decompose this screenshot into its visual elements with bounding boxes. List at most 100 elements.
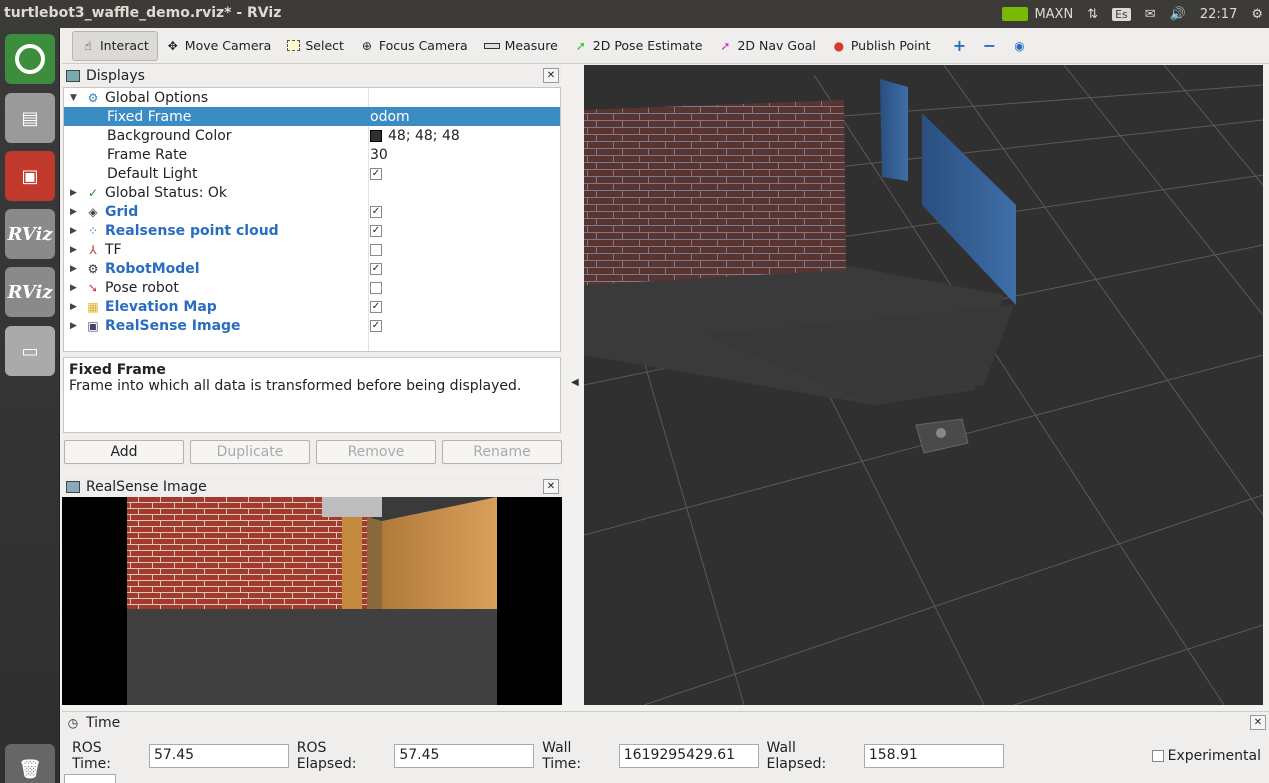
publish-point-tool-button[interactable]: ● Publish Point — [824, 31, 939, 61]
gear-icon: ⚙ — [87, 90, 99, 105]
display-buttons: Add Duplicate Remove Rename — [64, 440, 562, 464]
tree-row-display-item[interactable]: ▶ ◈ Grid ✓ — [64, 202, 560, 221]
measure-tool-button[interactable]: Measure — [476, 31, 566, 61]
tree-row-global-options[interactable]: ▼ ⚙ Global Options — [64, 88, 560, 107]
display-enabled-checkbox[interactable]: ✓ — [370, 224, 382, 237]
ros-elapsed-field[interactable]: 57.45 — [394, 744, 535, 768]
panel-splitter[interactable]: ◀ — [566, 65, 582, 705]
ros-time-label: ROS Time: — [72, 740, 111, 772]
color-swatch[interactable] — [370, 129, 382, 142]
displays-panel: Displays ✕ ▼ ⚙ Global Options Fixed Fram… — [62, 65, 562, 470]
add-button[interactable]: Add — [64, 440, 184, 464]
expand-down-icon[interactable]: ▼ — [70, 93, 77, 103]
eye-icon: ◉ — [1014, 38, 1025, 53]
nav-goal-tool-button[interactable]: ➚ 2D Nav Goal — [710, 31, 823, 61]
trash-icon[interactable]: 🗑 — [5, 744, 55, 783]
render-3d-view[interactable] — [584, 65, 1263, 705]
expand-right-icon[interactable]: ▶ — [70, 321, 77, 331]
keyboard-layout-indicator[interactable]: Es — [1112, 7, 1131, 21]
pose-estimate-tool-button[interactable]: ➚ 2D Pose Estimate — [566, 31, 711, 61]
system-top-bar: turtlebot3_waffle_demo.rviz* - RViz MAXN… — [0, 0, 1269, 28]
nav-goal-label: 2D Nav Goal — [737, 38, 816, 53]
tree-row-default-light[interactable]: Default Light ✓ — [64, 164, 560, 183]
gpu-mode-text: MAXN — [1034, 6, 1074, 22]
tree-row-display-item[interactable]: ▶ ▦ Elevation Map ✓ — [64, 297, 560, 316]
tree-row-frame-rate[interactable]: Frame Rate 30 — [64, 145, 560, 164]
display-enabled-checkbox[interactable]: ✓ — [370, 319, 382, 332]
default-light-checkbox[interactable]: ✓ — [370, 167, 382, 180]
displays-tree: ▼ ⚙ Global Options Fixed Frame odom Back… — [63, 87, 561, 352]
focus-camera-tool-button[interactable]: ⊕ Focus Camera — [352, 31, 476, 61]
collapse-left-icon[interactable]: ◀ — [571, 377, 579, 388]
tree-row-display-item[interactable]: ▶ ⅄ TF — [64, 240, 560, 259]
experimental-checkbox[interactable] — [1151, 750, 1164, 762]
gpu-indicator[interactable]: MAXN — [1002, 7, 1073, 22]
tree-row-display-item[interactable]: ▶ ➘ Pose robot — [64, 278, 560, 297]
expand-right-icon[interactable]: ▶ — [70, 283, 77, 293]
background-color-label: Background Color — [107, 127, 232, 144]
display-enabled-checkbox[interactable]: ✓ — [370, 300, 382, 313]
rviz-launcher-icon[interactable]: RViz — [5, 209, 55, 259]
terminal-icon[interactable]: ▣ — [5, 151, 55, 201]
expand-right-icon[interactable]: ▶ — [70, 245, 77, 255]
frame-rate-value[interactable]: 30 — [370, 147, 388, 163]
ros-time-field[interactable]: 57.45 — [148, 744, 289, 768]
expand-right-icon[interactable]: ▶ — [70, 207, 77, 217]
display-enabled-checkbox[interactable]: ✓ — [370, 205, 382, 218]
background-color-value[interactable]: 48; 48; 48 — [370, 128, 460, 144]
add-tool-button[interactable]: + — [944, 31, 974, 61]
tree-row-background-color[interactable]: Background Color 48; 48; 48 — [64, 126, 560, 145]
wall-elapsed-field[interactable]: 158.91 — [863, 744, 1004, 768]
tree-row-global-status[interactable]: ▶ ✓ Global Status: Ok — [64, 183, 560, 202]
checkmark-icon: ✓ — [87, 185, 99, 200]
settings-gear-icon[interactable]: ⚙ — [1251, 7, 1263, 22]
drive-icon[interactable]: ▭ — [5, 326, 55, 376]
wall-time-field[interactable]: 1619295429.61 — [618, 744, 759, 768]
remove-button[interactable]: Remove — [316, 440, 436, 464]
tree-row-display-item[interactable]: ▶ ⚙ RobotModel ✓ — [64, 259, 560, 278]
camera-image-view[interactable] — [62, 497, 562, 705]
display-enabled-checkbox[interactable] — [370, 243, 382, 256]
tree-row-fixed-frame[interactable]: Fixed Frame odom — [64, 107, 560, 126]
close-icon[interactable]: ✕ — [543, 68, 559, 83]
expand-right-icon[interactable]: ▶ — [70, 264, 77, 274]
time-panel: ◷ Time ✕ ROS Time: 57.45 ROS Elapsed: 57… — [62, 711, 1269, 783]
display-enabled-checkbox[interactable] — [370, 281, 382, 294]
interact-tool-button[interactable]: ☝ Interact — [72, 30, 158, 61]
tf-axes-icon: ⅄ — [89, 242, 97, 257]
clock[interactable]: 22:17 — [1200, 7, 1237, 22]
system-tray: MAXN ⇅ Es ✉ 🔊 22:17 ⚙ — [1002, 0, 1269, 28]
view-options-button[interactable]: ◉ — [1004, 31, 1034, 61]
remove-tool-button[interactable]: − — [974, 31, 1004, 61]
wall-elapsed-label: Wall Elapsed: — [766, 740, 827, 772]
rename-button[interactable]: Rename — [442, 440, 562, 464]
display-enabled-checkbox[interactable]: ✓ — [370, 262, 382, 275]
duplicate-button[interactable]: Duplicate — [190, 440, 310, 464]
move-camera-tool-button[interactable]: ✥ Move Camera — [158, 31, 280, 61]
plus-icon: + — [952, 36, 967, 55]
expand-right-icon[interactable]: ▶ — [70, 302, 77, 312]
global-status-label: Global Status: Ok — [105, 184, 228, 201]
hand-pointer-icon: ☝ — [84, 38, 92, 53]
display-item-label: Pose robot — [105, 279, 179, 296]
close-icon[interactable]: ✕ — [543, 479, 559, 494]
network-icon[interactable]: ⇅ — [1087, 7, 1098, 22]
fixed-frame-value[interactable]: odom — [370, 109, 410, 125]
frame-rate-label: Frame Rate — [107, 146, 188, 163]
rviz-launcher-icon-active[interactable]: RViz — [5, 267, 55, 317]
tree-row-display-item[interactable]: ▶ ⁘ Realsense point cloud ✓ — [64, 221, 560, 240]
ubuntu-dash-icon[interactable] — [5, 34, 55, 84]
file-manager-icon[interactable]: ▤ — [5, 93, 55, 143]
mail-icon[interactable]: ✉ — [1145, 7, 1156, 22]
close-icon[interactable]: ✕ — [1250, 715, 1266, 730]
expand-right-icon[interactable]: ▶ — [70, 226, 77, 236]
window-title: turtlebot3_waffle_demo.rviz* - RViz — [4, 5, 282, 21]
select-tool-button[interactable]: Select — [279, 31, 352, 61]
focus-camera-label: Focus Camera — [378, 38, 468, 53]
volume-icon[interactable]: 🔊 — [1170, 7, 1186, 22]
display-item-label: RealSense Image — [105, 317, 241, 334]
tree-row-display-item[interactable]: ▶ ▣ RealSense Image ✓ — [64, 316, 560, 335]
pose-estimate-label: 2D Pose Estimate — [592, 38, 703, 53]
expand-right-icon[interactable]: ▶ — [70, 188, 77, 198]
experimental-label: Experimental — [1167, 748, 1261, 764]
